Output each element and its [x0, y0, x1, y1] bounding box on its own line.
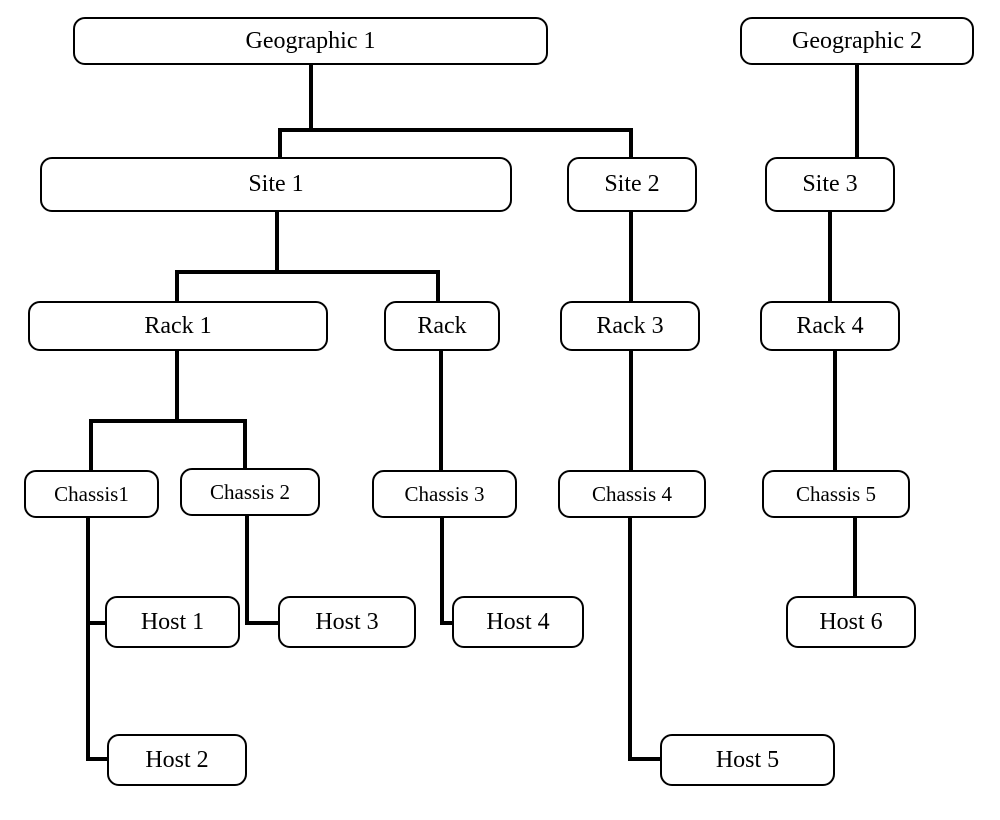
connector: [175, 270, 440, 274]
host-4: Host 4: [452, 596, 584, 648]
connector: [278, 128, 633, 132]
connector: [89, 419, 247, 423]
connector: [440, 621, 452, 625]
chassis-3: Chassis 3: [372, 470, 517, 518]
connector: [629, 128, 633, 157]
connector: [86, 621, 105, 625]
rack-4: Rack 4: [760, 301, 900, 351]
connector: [86, 518, 90, 761]
geographic-2: Geographic 2: [740, 17, 974, 65]
connector: [275, 212, 279, 272]
rack-3: Rack 3: [560, 301, 700, 351]
connector: [855, 65, 859, 157]
connector: [89, 419, 93, 470]
host-2: Host 2: [107, 734, 247, 786]
connector: [833, 351, 837, 470]
connector: [853, 518, 857, 596]
connector: [828, 212, 832, 301]
connector: [436, 270, 440, 301]
connector: [175, 270, 179, 301]
connector: [175, 351, 179, 421]
connector: [245, 621, 278, 625]
host-3: Host 3: [278, 596, 416, 648]
connector: [440, 518, 444, 625]
connector: [243, 419, 247, 468]
host-6: Host 6: [786, 596, 916, 648]
connector: [86, 757, 107, 761]
chassis-2: Chassis 2: [180, 468, 320, 516]
connector: [245, 516, 249, 625]
connector: [628, 757, 660, 761]
chassis-4: Chassis 4: [558, 470, 706, 518]
connector: [309, 65, 313, 130]
rack-1: Rack 1: [28, 301, 328, 351]
connector: [278, 128, 282, 157]
connector: [629, 351, 633, 470]
site-2: Site 2: [567, 157, 697, 212]
site-3: Site 3: [765, 157, 895, 212]
host-1: Host 1: [105, 596, 240, 648]
connector: [439, 351, 443, 470]
site-1: Site 1: [40, 157, 512, 212]
host-5: Host 5: [660, 734, 835, 786]
chassis-1: Chassis1: [24, 470, 159, 518]
geographic-1: Geographic 1: [73, 17, 548, 65]
connector: [628, 518, 632, 761]
chassis-5: Chassis 5: [762, 470, 910, 518]
connector: [629, 212, 633, 301]
rack-2: Rack: [384, 301, 500, 351]
